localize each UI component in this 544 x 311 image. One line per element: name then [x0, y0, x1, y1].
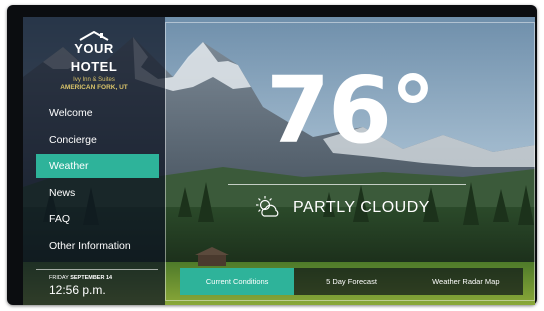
nav-item-news[interactable]: News	[36, 181, 159, 205]
day-of-week: FRIDAY	[49, 275, 69, 281]
divider	[228, 184, 466, 185]
time-display: 12:56 p.m.	[49, 283, 106, 297]
tab-current-conditions[interactable]: Current Conditions	[180, 268, 295, 295]
tab-weather-radar-map[interactable]: Weather Radar Map	[409, 268, 523, 295]
nav-item-concierge[interactable]: Concierge	[36, 128, 159, 152]
date-text: SEPTEMBER 14	[70, 275, 113, 281]
screen: YOUR HOTEL Ivy Inn & Suites AMERICAN FOR…	[23, 17, 535, 305]
display-bezel: YOUR HOTEL Ivy Inn & Suites AMERICAN FOR…	[7, 5, 537, 305]
hotel-logo: YOUR HOTEL Ivy Inn & Suites AMERICAN FOR…	[23, 31, 165, 91]
hotel-name-line2: HOTEL	[70, 59, 118, 74]
partly-cloudy-icon	[256, 196, 279, 217]
date-display: FRIDAY SEPTEMBER 14	[36, 275, 158, 281]
hotel-location: AMERICAN FORK, UT	[60, 84, 128, 91]
condition-label: PARTLY CLOUDY	[293, 199, 430, 216]
weather-tabs: Current Conditions 5 Day Forecast Weathe…	[180, 268, 523, 295]
weather-condition: PARTLY CLOUDY	[255, 191, 430, 225]
nav-item-welcome[interactable]: Welcome	[36, 101, 159, 125]
tab-5-day-forecast[interactable]: 5 Day Forecast	[294, 268, 408, 295]
roof-logo-icon	[79, 31, 109, 41]
nav-item-other-information[interactable]: Other Information	[36, 234, 159, 258]
nav-item-faq[interactable]: FAQ	[36, 207, 159, 231]
nav-item-weather[interactable]: Weather	[36, 154, 159, 179]
temperature-display: 76°	[265, 57, 436, 164]
sidebar: YOUR HOTEL Ivy Inn & Suites AMERICAN FOR…	[23, 17, 165, 305]
hotel-brand: Ivy Inn & Suites	[73, 77, 115, 83]
nav-menu: Welcome Concierge Weather News FAQ Other…	[36, 101, 159, 261]
hotel-name-line1: YOUR	[74, 41, 114, 56]
datetime-panel: FRIDAY SEPTEMBER 14 12:56 p.m.	[36, 269, 158, 297]
